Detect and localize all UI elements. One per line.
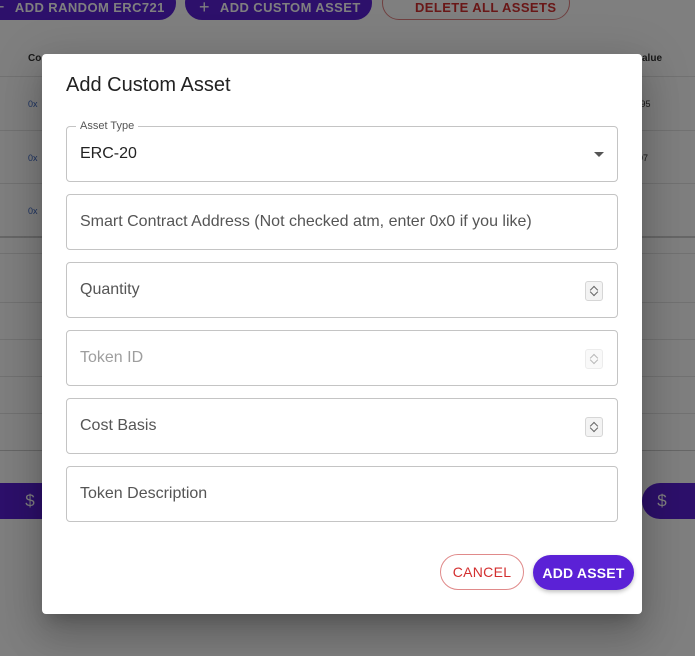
token-description-input[interactable]: Token Description [66,466,618,522]
contract-address-input[interactable]: Smart Contract Address (Not checked atm,… [66,194,618,250]
cancel-button[interactable]: CANCEL [440,554,524,590]
quantity-placeholder: Quantity [80,281,140,298]
asset-type-label: Asset Type [76,120,139,132]
add-custom-asset-dialog: Add Custom Asset Asset Type ERC-20 Smart… [42,54,642,614]
cost-basis-placeholder: Cost Basis [80,417,157,434]
token-id-stepper[interactable] [585,349,603,369]
quantity-input[interactable]: Quantity [66,262,618,318]
add-asset-button[interactable]: ADD ASSET [533,555,634,590]
dropdown-arrow-icon [594,152,604,157]
quantity-stepper[interactable] [585,281,603,301]
cost-basis-stepper[interactable] [585,417,603,437]
asset-type-select[interactable]: Asset Type ERC-20 [66,120,618,182]
token-id-input[interactable]: Token ID [66,330,618,386]
contract-address-placeholder: Smart Contract Address (Not checked atm,… [80,213,532,230]
token-id-placeholder: Token ID [80,349,144,366]
dialog-title: Add Custom Asset [66,74,231,96]
cost-basis-input[interactable]: Cost Basis [66,398,618,454]
asset-type-value: ERC-20 [80,145,137,162]
token-description-placeholder: Token Description [80,485,208,502]
